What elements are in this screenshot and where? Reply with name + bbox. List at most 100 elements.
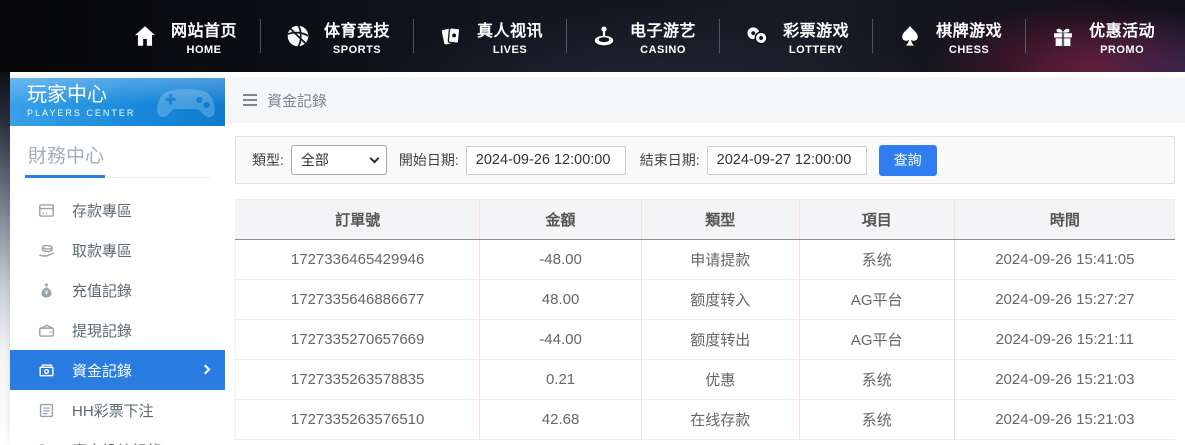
room-bet-icon [36,440,56,445]
nav-item-casino[interactable]: 电子游艺 CASINO [567,17,719,56]
column-header-item: 項目 [798,199,955,240]
nav-label-en: CASINO [640,43,686,56]
sidebar-item-label: HH彩票下注 [72,402,154,420]
sidebar-item-cashout[interactable]: 提現記錄 [10,310,225,350]
nav-item-sports[interactable]: 体育竞技 SPORTS [261,17,413,56]
table-row: 1727335646886677 48.00 额度转入 AG平台 2024-09… [234,279,1175,320]
nav-label-zh: 棋牌游戏 [936,22,1003,40]
nav-label-zh: 真人视讯 [477,22,544,40]
sidebar-item-funds[interactable]: 資金記錄 [10,350,225,390]
nav-item-lottery[interactable]: 彩票游戏 LOTTERY [720,17,872,56]
breadcrumb-bar: 資金記錄 [225,77,1185,123]
cell-time: 2024-09-26 15:41:05 [953,239,1175,280]
column-header-time: 時間 [953,199,1175,240]
cell-type: 申请提款 [640,239,800,280]
cell-amount: 42.68 [479,399,642,440]
table-header-row: 訂單號 金額 類型 項目 時間 [234,199,1175,240]
sidebar-item-label: 取款專區 [72,242,133,260]
end-date-input[interactable] [706,145,867,175]
table-row: 1727335263578835 0.21 优惠 系统 2024-09-26 1… [234,359,1175,400]
table-row: 1727335263576510 42.68 在线存款 系统 2024-09-2… [234,399,1175,440]
nav-label-zh: 体育竞技 [324,22,391,40]
nav-label-zh: 优惠活动 [1089,22,1156,40]
home-icon [131,22,159,50]
nav-label-en: HOME [186,43,222,56]
start-date-label: 開始日期: [398,152,459,168]
cell-amount: -48.00 [479,239,642,280]
column-header-order-no: 訂單號 [234,199,480,240]
cell-time: 2024-09-26 15:21:11 [953,319,1175,360]
deposit-icon [36,200,56,220]
column-header-type: 類型 [640,199,800,240]
nav-label-zh: 网站首页 [171,22,238,40]
sidebar-header: 玩家中心 PLAYERS CENTER [10,78,225,126]
cell-item: 系统 [798,359,955,400]
start-date-input[interactable] [465,145,626,175]
sidebar-item-label: 充值記錄 [72,282,133,300]
cell-order-no: 1727336465429946 [234,239,480,280]
cell-item: 系统 [798,239,955,280]
chevron-right-icon [200,364,211,375]
recharge-icon: ¥ [36,280,56,300]
cell-time: 2024-09-26 15:21:03 [953,399,1175,440]
nav-label-en: CHESS [948,43,990,56]
end-date-label: 結束日期: [639,152,700,168]
cell-order-no: 1727335263576510 [234,399,480,440]
cell-item: 系统 [798,399,955,440]
cell-type: 额度转出 [640,319,800,360]
type-select[interactable]: 全部 [290,145,387,175]
gift-icon [1049,22,1077,50]
page: 网站首页 HOME 体育竞技 SPORTS 真人视讯 LIVES 电子游艺 CASINO [0,0,1185,445]
cell-amount: 48.00 [479,279,642,320]
column-header-amount: 金額 [479,199,642,240]
nav-label-en: LIVES [492,43,528,56]
nav-item-chess[interactable]: 棋牌游戏 CHESS [873,17,1025,56]
sidebar-section-title: 財務中心 [25,126,210,178]
query-button[interactable]: 查詢 [878,144,937,176]
cell-item: AG平台 [798,279,955,320]
sports-ball-icon [284,22,312,50]
cell-type: 额度转入 [640,279,800,320]
sidebar-item-label: 提現記錄 [72,322,133,340]
roulette-icon [590,22,618,50]
cell-order-no: 1727335263578835 [234,359,480,400]
cell-amount: -44.00 [479,319,642,360]
svg-text:¥: ¥ [44,289,48,296]
sidebar-item-recharge[interactable]: ¥ 充值記錄 [10,270,225,310]
sidebar-menu: 存款專區 取款專區 ¥ 充值記錄 提現記錄 資金記錄 HH彩票下注 [10,190,225,445]
sidebar-item-room-bet-records[interactable]: 廳室投註記錄 [10,430,225,445]
sidebar-item-label: 廳室投註記錄 [72,440,162,445]
playing-cards-icon [437,22,465,50]
nav-item-home[interactable]: 网站首页 HOME [108,17,260,56]
cell-item: AG平台 [798,319,955,360]
type-label: 類型: [252,152,284,168]
sidebar-item-label: 存款專區 [72,202,133,220]
page-background-gutter [0,72,10,445]
type-select-wrap: 全部 [290,145,387,175]
sidebar-item-withdraw[interactable]: 取款專區 [10,230,225,270]
lottery-bet-icon [36,400,56,420]
funds-icon [36,360,56,380]
withdraw-icon [36,240,56,260]
cell-time: 2024-09-26 15:27:27 [953,279,1175,320]
menu-toggle-icon[interactable] [243,94,257,106]
cashout-icon [36,320,56,340]
top-navigation: 网站首页 HOME 体育竞技 SPORTS 真人视讯 LIVES 电子游艺 CASINO [0,0,1185,72]
main-content: 資金記錄 類型: 全部 開始日期: 結束日期: 查詢 訂單號 [225,72,1185,445]
cell-type: 优惠 [640,359,800,400]
sidebar-item-hh-lottery-bets[interactable]: HH彩票下注 [10,390,225,430]
funds-record-table: 訂單號 金額 類型 項目 時間 1727336465429946 -48.00 … [234,199,1175,440]
gamepad-icon [153,82,219,126]
sidebar-item-label: 資金記錄 [72,362,133,380]
sidebar-item-deposit[interactable]: 存款專區 [10,190,225,230]
nav-item-promo[interactable]: 优惠活动 PROMO [1026,17,1178,56]
table-row: 1727335270657669 -44.00 额度转出 AG平台 2024-0… [234,319,1175,360]
nav-item-lives[interactable]: 真人视讯 LIVES [414,17,566,56]
page-title: 資金記錄 [267,92,328,110]
cell-order-no: 1727335646886677 [234,279,480,320]
filter-bar: 類型: 全部 開始日期: 結束日期: 查詢 [235,136,1175,184]
cell-time: 2024-09-26 15:21:03 [953,359,1175,400]
sidebar: 玩家中心 PLAYERS CENTER 財務中心 存款專區 取款專區 ¥ 充值記… [10,78,225,445]
spade-icon [896,22,924,50]
table-row: 1727336465429946 -48.00 申请提款 系统 2024-09-… [234,239,1175,280]
